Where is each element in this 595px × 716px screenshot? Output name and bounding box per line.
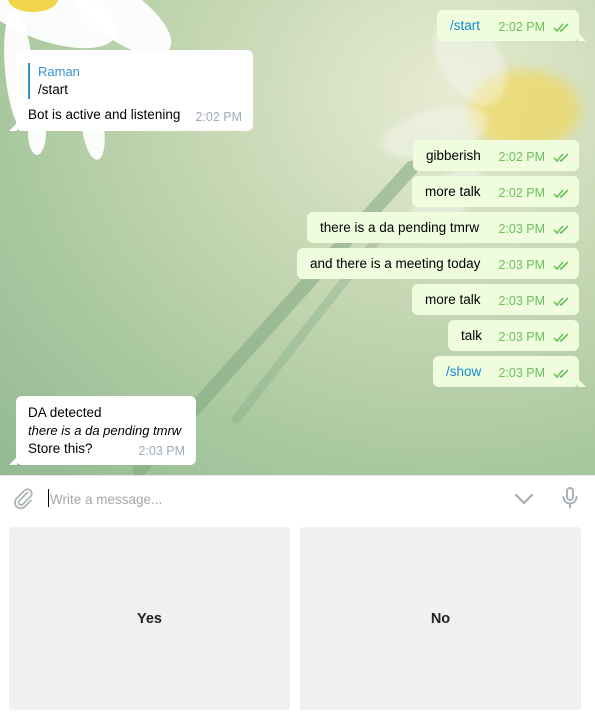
- microphone-icon[interactable]: [558, 486, 582, 510]
- double-check-icon: [553, 153, 569, 163]
- message-text: there is a da pending tmrw: [320, 220, 480, 235]
- message-outgoing[interactable]: /start 2:02 PM: [437, 10, 586, 41]
- background-stem: [230, 215, 398, 426]
- message-outgoing[interactable]: there is a da pending tmrw 2:03 PM: [307, 212, 579, 243]
- message-text[interactable]: /show: [446, 364, 481, 379]
- message-time: 2:03 PM: [498, 258, 545, 272]
- message-composer: [0, 475, 595, 520]
- message-time: 2:03 PM: [498, 366, 545, 380]
- reply-quote[interactable]: Raman /start: [28, 63, 80, 99]
- message-outgoing[interactable]: and there is a meeting today 2:03 PM: [297, 248, 579, 279]
- attach-icon[interactable]: [11, 486, 35, 510]
- message-incoming[interactable]: DA detected there is a da pending tmrw S…: [9, 396, 196, 465]
- no-button[interactable]: No: [300, 527, 581, 710]
- message-input[interactable]: [48, 488, 472, 510]
- text-cursor: [48, 489, 49, 507]
- double-check-icon: [553, 261, 569, 271]
- message-text: and there is a meeting today: [310, 256, 481, 271]
- double-check-icon: [553, 297, 569, 307]
- message-text: more talk: [425, 292, 481, 307]
- chevron-down-icon[interactable]: [512, 487, 536, 511]
- message-line: Store this?: [28, 441, 93, 456]
- message-incoming[interactable]: Raman /start Bot is active and listening…: [9, 50, 253, 131]
- no-button-label: No: [430, 610, 451, 627]
- message-time: 2:03 PM: [138, 444, 185, 458]
- double-check-icon: [553, 225, 569, 235]
- message-time: 2:03 PM: [498, 222, 545, 236]
- message-line: DA detected: [28, 405, 102, 420]
- message-time: 2:02 PM: [195, 110, 242, 124]
- message-outgoing[interactable]: more talk 2:02 PM: [412, 176, 579, 207]
- message-line: there is a da pending tmrw: [28, 423, 182, 438]
- message-time: 2:02 PM: [498, 150, 545, 164]
- message-outgoing[interactable]: talk 2:03 PM: [448, 320, 579, 351]
- message-outgoing[interactable]: more talk 2:03 PM: [412, 284, 579, 315]
- message-outgoing[interactable]: /show 2:03 PM: [433, 356, 586, 387]
- message-time: 2:02 PM: [498, 20, 545, 34]
- message-text: more talk: [425, 184, 481, 199]
- message-outgoing[interactable]: gibberish 2:02 PM: [413, 140, 579, 171]
- message-text[interactable]: /start: [450, 18, 480, 33]
- chat-area: /start 2:02 PM Raman /start Bot is activ…: [0, 0, 595, 475]
- reply-author: Raman: [38, 64, 80, 79]
- reply-text: /start: [38, 82, 69, 97]
- reply-keyboard: Yes No: [0, 520, 595, 716]
- message-text: Bot is active and listening: [28, 107, 181, 122]
- message-text: talk: [461, 328, 483, 343]
- message-time: 2:03 PM: [498, 330, 545, 344]
- double-check-icon: [553, 333, 569, 343]
- yes-button-label: Yes: [137, 610, 162, 627]
- message-time: 2:03 PM: [498, 294, 545, 308]
- yes-button[interactable]: Yes: [9, 527, 290, 710]
- double-check-icon: [553, 369, 569, 379]
- double-check-icon: [553, 189, 569, 199]
- double-check-icon: [553, 23, 569, 33]
- message-time: 2:02 PM: [498, 186, 545, 200]
- message-text: gibberish: [426, 148, 481, 163]
